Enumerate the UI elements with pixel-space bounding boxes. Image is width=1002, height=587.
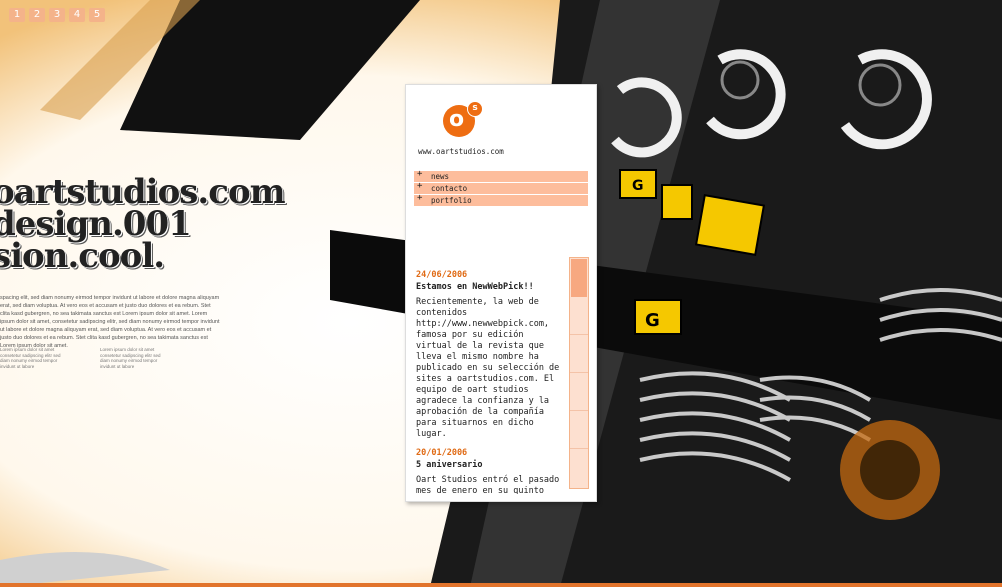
bottom-accent-line — [0, 583, 1002, 587]
nav-item-label: news — [431, 172, 450, 181]
svg-text:G: G — [632, 178, 644, 194]
site-url: www.oartstudios.com — [418, 147, 504, 156]
scrollbar-divider — [570, 334, 588, 335]
plus-icon: + — [417, 181, 423, 191]
page-selector: 1 2 3 4 5 — [9, 8, 105, 22]
page-3-button[interactable]: 3 — [49, 8, 65, 22]
main-nav: + news + contacto + portfolio — [414, 169, 588, 207]
news-body: Recientemente, la web de contenidos http… — [416, 297, 560, 439]
nav-item-label: contacto — [431, 184, 468, 193]
headline-line-3: sion.cool. — [0, 236, 165, 276]
scrollbar-divider — [570, 448, 588, 449]
news-body: Oart Studios entró el pasado mes de ener… — [416, 475, 560, 494]
oart-logo[interactable]: o s — [443, 101, 483, 137]
plus-icon: + — [417, 169, 423, 179]
scrollbar-divider — [570, 410, 588, 411]
logo-letter: o — [449, 107, 465, 132]
page-5-button[interactable]: 5 — [89, 8, 105, 22]
headline-block: oartstudios.com design.001 sion.cool. — [0, 175, 286, 276]
page-1-button[interactable]: 1 — [9, 8, 25, 22]
nav-item-label: portfolio — [431, 196, 472, 205]
news-entry: 20/01/2006 5 aniversario Oart Studios en… — [416, 448, 564, 494]
page-2-button[interactable]: 2 — [29, 8, 45, 22]
content-panel: o s www.oartstudios.com + news + contact… — [405, 84, 597, 502]
news-date: 20/01/2006 — [416, 448, 468, 458]
scrollbar-thumb[interactable] — [571, 259, 587, 297]
news-scrollbar[interactable] — [569, 257, 589, 489]
news-entry: 24/06/2006 Estamos en NewWebPick!! Recie… — [416, 270, 564, 440]
plus-icon: + — [417, 193, 423, 203]
lorem-column: Lorem ipsum dolor sit amet consetetur sa… — [0, 347, 61, 369]
lorem-paragraph: spacing elit, sed diam nonumy eirmod tem… — [0, 295, 220, 349]
nav-item-contacto[interactable]: + contacto — [414, 181, 588, 194]
news-title: Estamos en NewWebPick!! — [416, 282, 534, 292]
news-date: 24/06/2006 — [416, 270, 468, 280]
news-title: 5 aniversario — [416, 460, 483, 470]
nav-item-news[interactable]: + news — [414, 169, 588, 182]
lorem-columns: Lorem ipsum dolor sit amet consetetur sa… — [0, 347, 170, 369]
svg-text:G: G — [645, 310, 660, 331]
nav-item-portfolio[interactable]: + portfolio — [414, 193, 588, 206]
page-4-button[interactable]: 4 — [69, 8, 85, 22]
lorem-column: Lorem ipsum dolor sit amet consetetur sa… — [100, 347, 161, 369]
scrollbar-divider — [570, 372, 588, 373]
logo-superscript: s — [467, 101, 483, 117]
news-list: 24/06/2006 Estamos en NewWebPick!! Recie… — [416, 268, 564, 494]
